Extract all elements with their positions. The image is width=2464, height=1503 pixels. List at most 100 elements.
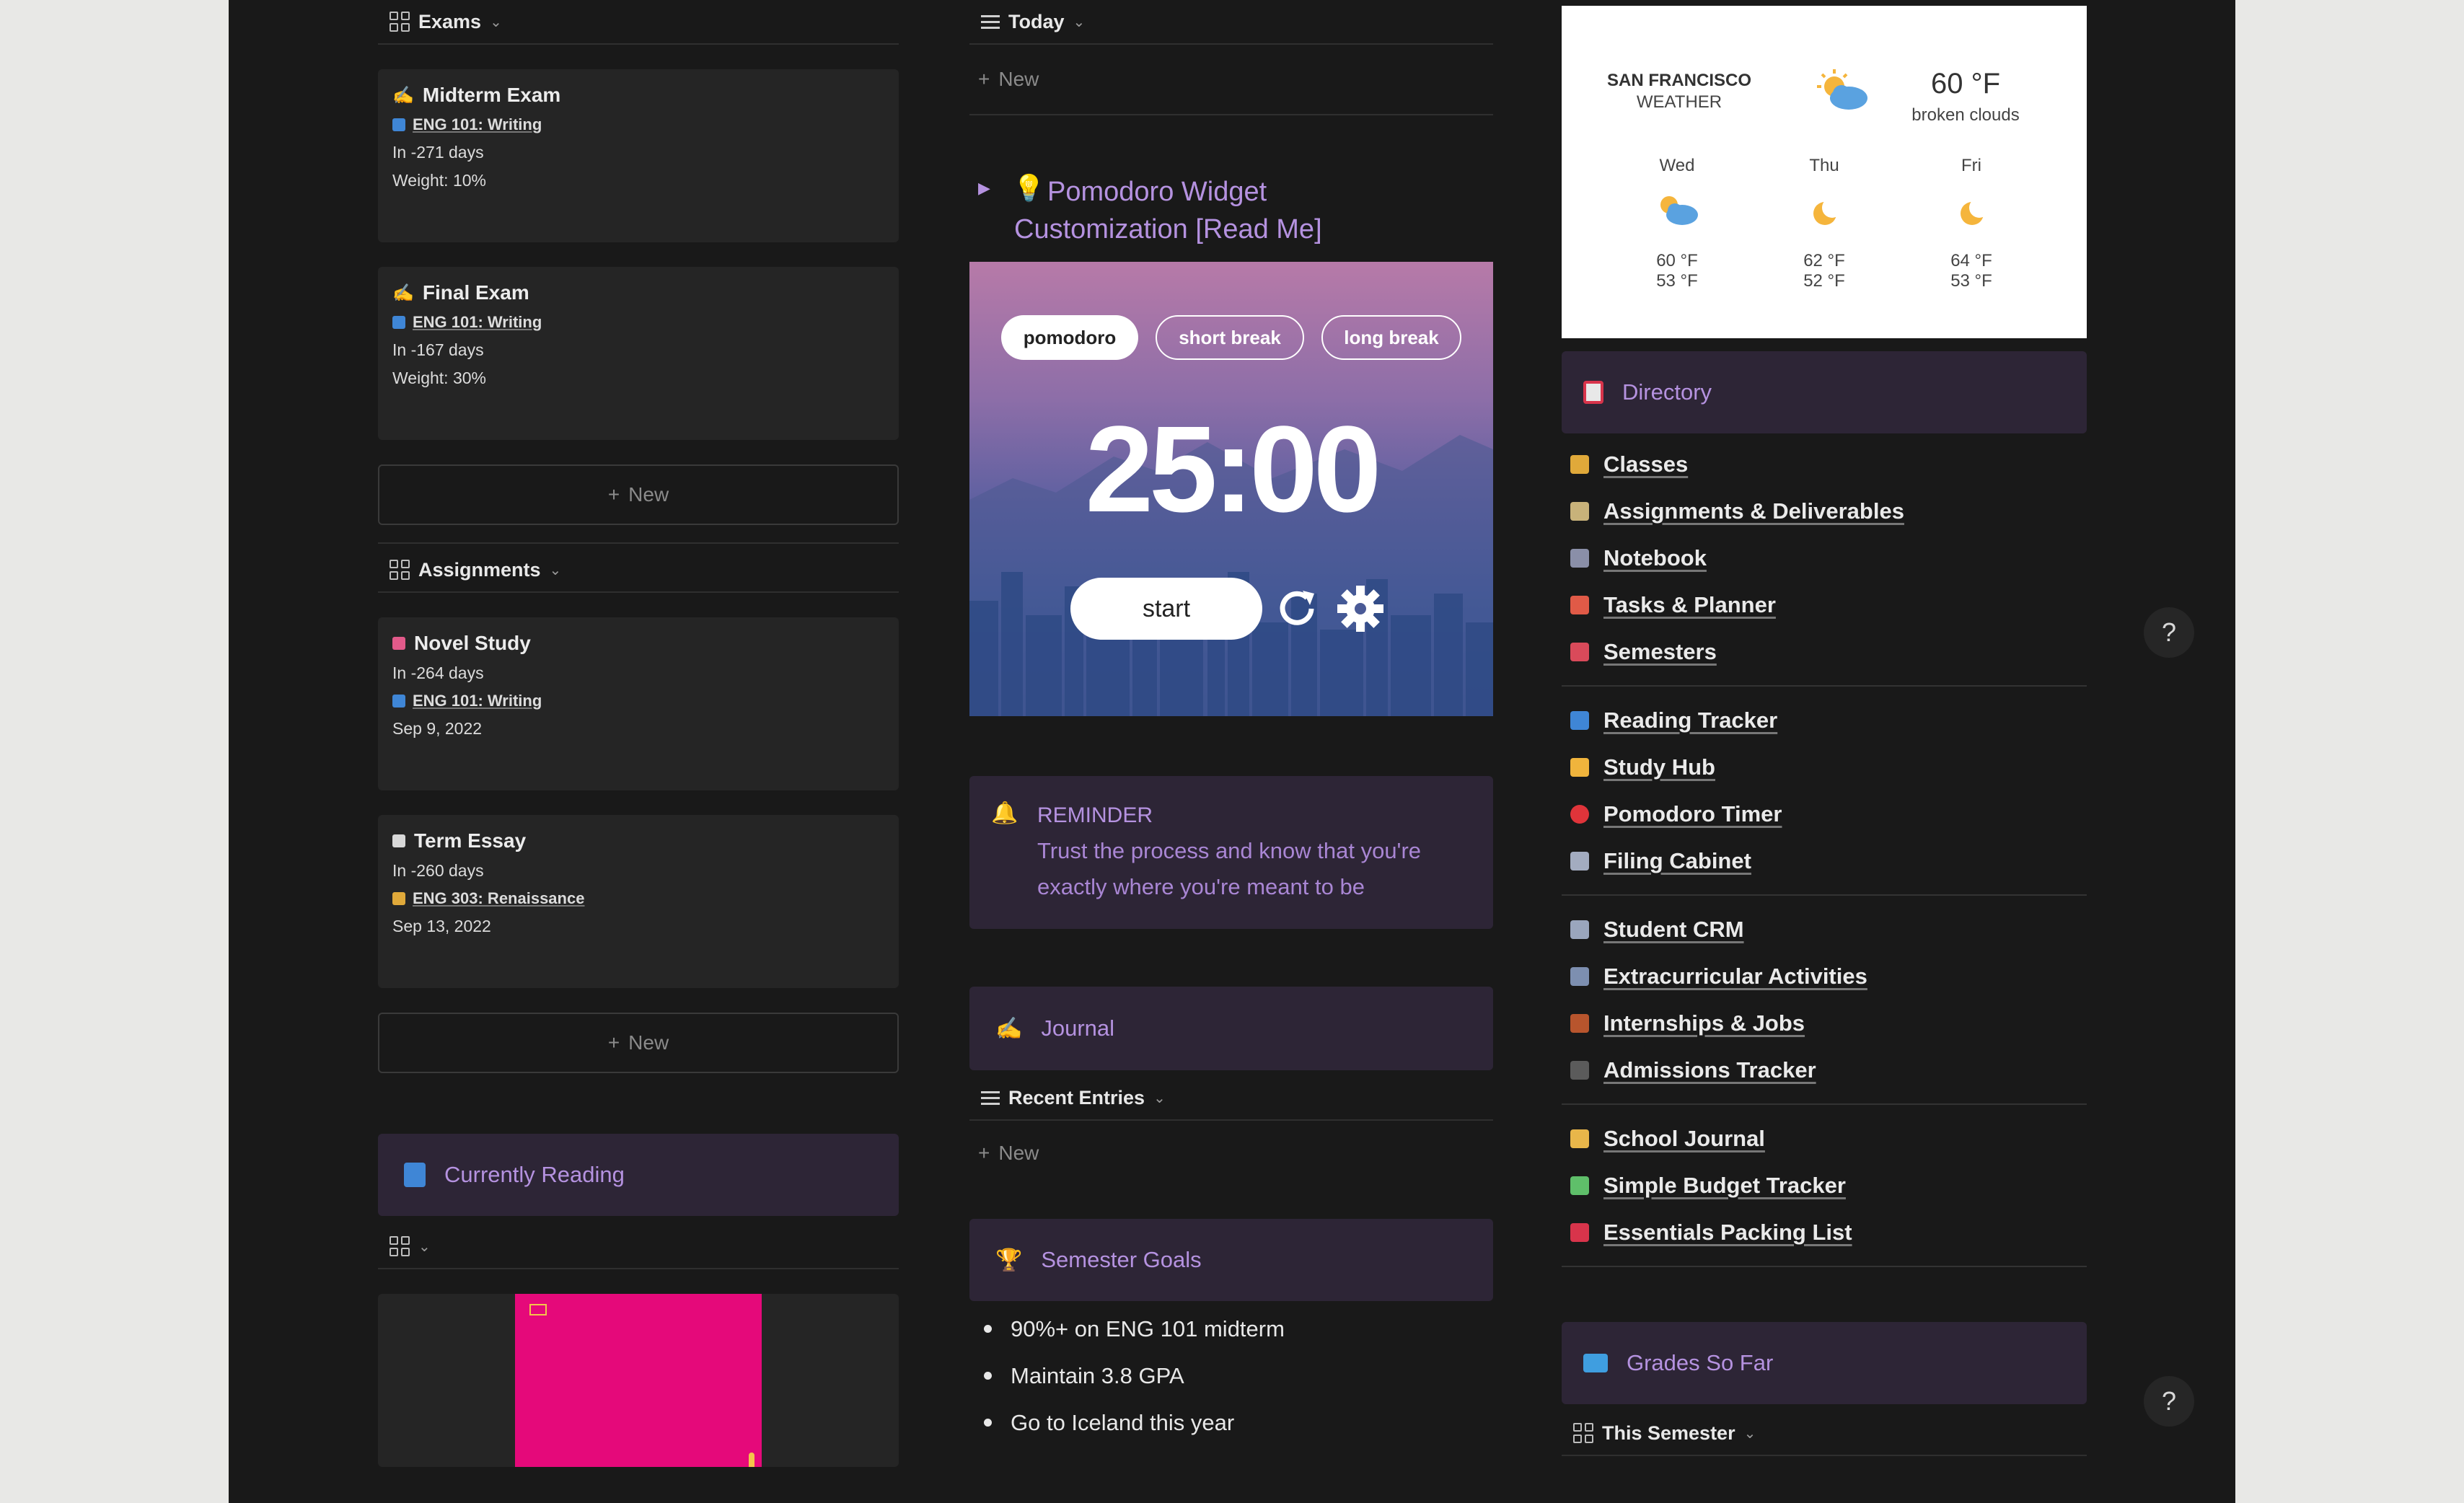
forecast-low: 52 °F xyxy=(1803,271,1845,291)
pomodoro-mode-button[interactable]: pomodoro xyxy=(1001,315,1138,360)
divider xyxy=(1562,685,2087,687)
gallery-view-icon xyxy=(390,12,410,32)
directory-item-notebook[interactable]: Notebook xyxy=(1562,534,2087,581)
assignment-due: In -264 days xyxy=(392,664,484,682)
recent-entries-label: Recent Entries xyxy=(1008,1086,1145,1108)
semester-goals-callout: 🏆 Semester Goals xyxy=(969,1219,1493,1301)
directory-item-classes[interactable]: Classes xyxy=(1562,441,2087,488)
book-icon xyxy=(392,118,405,131)
help-button[interactable]: ? xyxy=(2144,1376,2194,1427)
semester-goals-title: Semester Goals xyxy=(1041,1247,1202,1272)
current-temperature: 60 °F xyxy=(1930,68,2001,100)
today-new-button[interactable]: + New xyxy=(969,45,1493,115)
weather-widget: SAN FRANCISCO WEATHER 60 °F broken cloud… xyxy=(1562,6,2087,338)
goal-item: Maintain 3.8 GPA xyxy=(969,1352,1493,1399)
recent-entries-view-tab[interactable]: Recent Entries ⌄ xyxy=(969,1076,1493,1121)
grades-callout: Grades So Far xyxy=(1562,1322,2087,1404)
directory-item-reading-tracker[interactable]: Reading Tracker xyxy=(1562,697,2087,744)
forecast-day: Wed xyxy=(1659,156,1695,175)
weather-label: WEATHER xyxy=(1636,92,1722,112)
directory-item-extracurricular[interactable]: Extracurricular Activities xyxy=(1562,953,2087,1000)
directory-item-school-journal[interactable]: School Journal xyxy=(1562,1115,2087,1162)
directory-item-packing-list[interactable]: Essentials Packing List xyxy=(1562,1209,2087,1256)
exam-title: Midterm Exam xyxy=(422,84,561,106)
directory-item-internships[interactable]: Internships & Jobs xyxy=(1562,1000,2087,1046)
exam-course-link[interactable]: ENG 101: Writing xyxy=(413,115,542,134)
phone-icon xyxy=(1570,920,1589,939)
directory-item-budget-tracker[interactable]: Simple Budget Tracker xyxy=(1562,1162,2087,1209)
reminder-line-1: Trust the process and know that you're xyxy=(1037,838,1422,863)
exams-new-button[interactable]: + New xyxy=(378,464,899,525)
assignment-course-link[interactable]: ENG 101: Writing xyxy=(413,692,542,710)
reminder-label: REMINDER xyxy=(1037,803,1153,827)
exam-card[interactable]: ✍ Midterm Exam ENG 101: Writing In -271 d… xyxy=(378,69,899,242)
backpack-icon xyxy=(1570,1222,1589,1242)
graduation-cap-icon xyxy=(1570,1060,1589,1080)
directory-item-student-crm[interactable]: Student CRM xyxy=(1562,906,2087,953)
chevron-down-icon: ⌄ xyxy=(1743,1425,1756,1442)
money-icon xyxy=(1570,1176,1589,1195)
writing-hand-icon: ✍ xyxy=(995,1016,1023,1041)
gallery-view-icon xyxy=(390,560,410,580)
journal-new-button[interactable]: + New xyxy=(969,1121,1493,1186)
assignment-card[interactable]: Novel Study In -264 days ENG 101: Writin… xyxy=(378,617,899,790)
directory-item-tasks[interactable]: Tasks & Planner xyxy=(1562,581,2087,628)
folder-icon xyxy=(1583,1354,1608,1372)
student-icon xyxy=(1570,757,1589,777)
chevron-down-icon: ⌄ xyxy=(418,1238,431,1255)
journal-title: Journal xyxy=(1041,1015,1115,1041)
this-semester-label: This Semester xyxy=(1602,1422,1735,1444)
start-button[interactable]: start xyxy=(1070,578,1262,640)
school-icon xyxy=(1570,501,1589,521)
directory-item-assignments[interactable]: Assignments & Deliverables xyxy=(1562,488,2087,534)
goal-item: Go to Iceland this year xyxy=(969,1399,1493,1446)
assignment-due: In -260 days xyxy=(392,861,484,880)
writing-hand-icon xyxy=(1570,1129,1589,1148)
gallery-view-icon xyxy=(390,1236,410,1256)
bell-icon: 🔔 xyxy=(991,801,1018,825)
moon-icon xyxy=(1813,198,1842,225)
pomodoro-widget: pomodoro short break long break 25:00 st… xyxy=(969,262,1493,716)
notebook-icon xyxy=(1570,548,1589,568)
moon-icon xyxy=(1961,198,1989,225)
tomato-icon xyxy=(1570,804,1589,824)
directory-item-study-hub[interactable]: Study Hub xyxy=(1562,744,2087,790)
reminder-callout: 🔔 REMINDER Trust the process and know th… xyxy=(969,776,1493,929)
directory-item-pomodoro-timer[interactable]: Pomodoro Timer xyxy=(1562,790,2087,837)
directory-item-filing-cabinet[interactable]: Filing Cabinet xyxy=(1562,837,2087,884)
exams-view-tab[interactable]: Exams ⌄ xyxy=(378,0,899,45)
reset-icon[interactable] xyxy=(1274,583,1324,634)
exam-weight: Weight: 10% xyxy=(392,171,486,190)
assignment-date: Sep 13, 2022 xyxy=(392,917,491,935)
exam-card[interactable]: ✍ Final Exam ENG 101: Writing In -167 day… xyxy=(378,267,899,440)
page-icon xyxy=(392,834,405,847)
this-semester-view-tab[interactable]: This Semester ⌄ xyxy=(1562,1411,2087,1456)
long-break-mode-button[interactable]: long break xyxy=(1321,315,1461,360)
assignment-card[interactable]: Term Essay In -260 days ENG 303: Renaiss… xyxy=(378,815,899,988)
weather-city: SAN FRANCISCO xyxy=(1606,71,1751,90)
reading-view-tab[interactable]: ⌄ xyxy=(378,1225,899,1269)
toggle-triangle-icon[interactable]: ▶ xyxy=(978,179,990,198)
notion-page: Exams ⌄ ✍ Midterm Exam ENG 101: Writing I… xyxy=(229,0,2235,1503)
writing-hand-icon: ✍ xyxy=(392,283,414,303)
today-view-tab[interactable]: Today ⌄ xyxy=(969,0,1493,45)
goal-item: 90%+ on ENG 101 midterm xyxy=(969,1305,1493,1352)
directory-item-admissions[interactable]: Admissions Tracker xyxy=(1562,1046,2087,1093)
help-button[interactable]: ? xyxy=(2144,607,2194,658)
assignment-course-link[interactable]: ENG 303: Renaissance xyxy=(413,889,584,908)
middle-column-lower: 🔔 REMINDER Trust the process and know th… xyxy=(969,776,1493,1446)
book-icon xyxy=(392,695,405,708)
plus-icon: + xyxy=(607,483,620,506)
assignments-view-tab[interactable]: Assignments ⌄ xyxy=(378,548,899,593)
currently-reading-title: Currently Reading xyxy=(444,1162,625,1187)
divider xyxy=(378,525,899,544)
directory-list: Classes Assignments & Deliverables Noteb… xyxy=(1562,441,2087,1267)
exam-title: Final Exam xyxy=(422,281,529,304)
assignments-new-button[interactable]: + New xyxy=(378,1013,899,1073)
exam-course-link[interactable]: ENG 101: Writing xyxy=(413,313,542,332)
book-card[interactable] xyxy=(378,1294,899,1467)
settings-gear-icon[interactable] xyxy=(1335,583,1386,634)
chevron-down-icon: ⌄ xyxy=(549,562,562,578)
short-break-mode-button[interactable]: short break xyxy=(1156,315,1304,360)
directory-item-semesters[interactable]: Semesters xyxy=(1562,628,2087,675)
